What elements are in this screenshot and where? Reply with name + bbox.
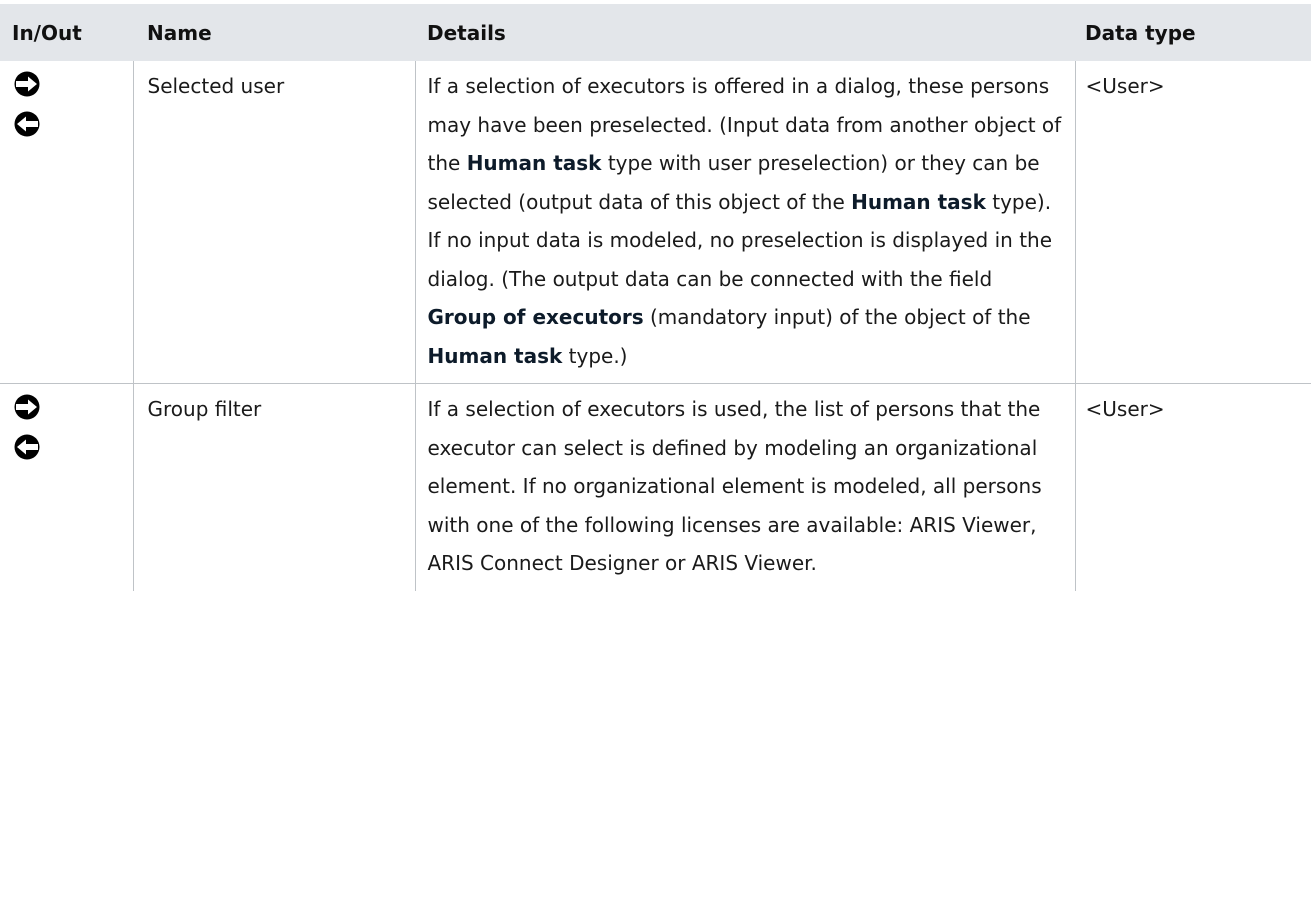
details-bold: Human task xyxy=(466,151,602,175)
details-text: If a selection of executors is used, the… xyxy=(427,397,1042,575)
param-datatype: <User> xyxy=(1074,61,1311,384)
arrow-right-icon xyxy=(14,394,40,420)
table-row: Group filter If a selection of executors… xyxy=(0,383,1311,591)
param-details: If a selection of executors is offered i… xyxy=(414,61,1075,384)
table-row: Selected user If a selection of executor… xyxy=(0,61,1311,384)
param-name: Selected user xyxy=(132,61,415,384)
details-bold: Group of executors xyxy=(427,305,644,329)
header-name: Name xyxy=(147,20,212,45)
header-datatype: Data type xyxy=(1085,20,1196,45)
param-name: Group filter xyxy=(132,383,415,591)
arrow-left-icon xyxy=(14,434,40,460)
details-bold: Human task xyxy=(427,343,563,368)
parameter-table: In/Out Name Details Data type Selected u… xyxy=(0,4,1311,591)
details-text: type.) xyxy=(562,343,628,368)
header-inout: In/Out xyxy=(12,20,82,45)
header-details: Details xyxy=(427,20,506,45)
arrow-left-icon xyxy=(14,111,40,137)
inout-cell xyxy=(0,384,133,591)
inout-cell xyxy=(0,61,133,384)
param-datatype: <User> xyxy=(1074,383,1311,591)
details-text: (mandatory input) of the object of the xyxy=(643,305,1031,329)
param-details: If a selection of executors is used, the… xyxy=(414,383,1075,591)
details-bold: Human task xyxy=(851,189,986,214)
table-header-row: In/Out Name Details Data type xyxy=(0,4,1311,61)
arrow-right-icon xyxy=(14,71,40,97)
